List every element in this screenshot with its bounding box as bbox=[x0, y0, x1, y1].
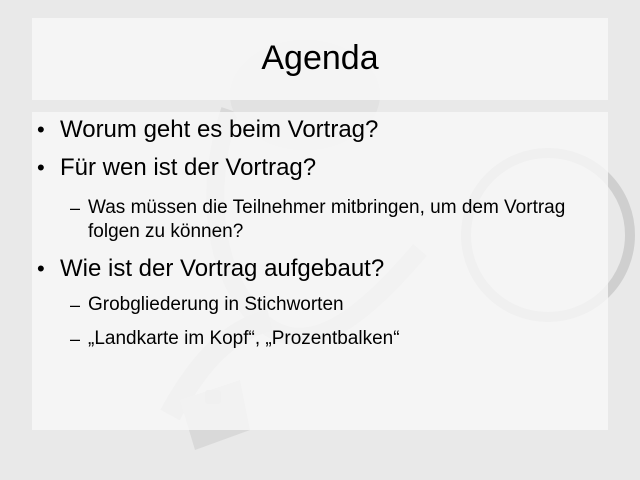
list-item: • Worum geht es beim Vortrag? bbox=[37, 116, 379, 144]
bullet-marker: • bbox=[37, 155, 45, 180]
bullet-marker: • bbox=[37, 256, 45, 281]
list-item: • Wie ist der Vortrag aufgebaut? bbox=[37, 255, 385, 283]
list-item-text: Was müssen die Teilnehmer mitbringen, um… bbox=[88, 197, 566, 242]
list-item: • Für wen ist der Vortrag? bbox=[37, 154, 317, 182]
list-item-text: Für wen ist der Vortrag? bbox=[60, 154, 317, 181]
dash-marker: – bbox=[70, 295, 81, 315]
list-item-text: Worum geht es beim Vortrag? bbox=[60, 116, 379, 143]
list-item-text: Grobgliederung in Stichworten bbox=[88, 294, 344, 315]
dash-marker: – bbox=[70, 329, 81, 349]
list-item-text: „Landkarte im Kopf“, „Prozentbalken“ bbox=[88, 328, 400, 349]
list-item: – Was müssen die Teilnehmer mitbringen, … bbox=[70, 196, 598, 244]
list-item: – Grobgliederung in Stichworten bbox=[70, 293, 598, 317]
agenda-list: • Worum geht es beim Vortrag? • Für wen … bbox=[0, 0, 640, 480]
dash-marker: – bbox=[70, 198, 81, 218]
list-item-text: Wie ist der Vortrag aufgebaut? bbox=[60, 255, 385, 282]
bullet-marker: • bbox=[37, 117, 45, 142]
list-item: – „Landkarte im Kopf“, „Prozentbalken“ bbox=[70, 327, 598, 351]
